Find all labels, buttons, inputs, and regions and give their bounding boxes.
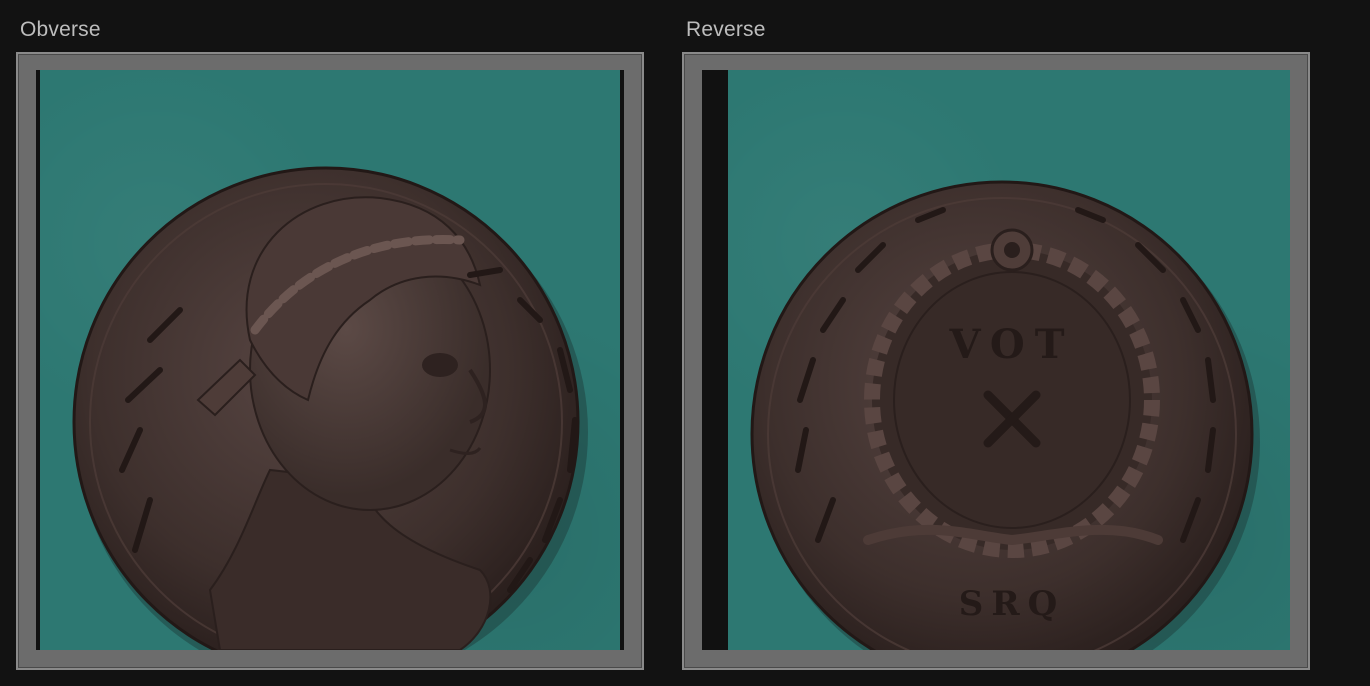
coin-obverse-photo-icon [72,166,588,650]
obverse-photo[interactable] [40,70,620,650]
reverse-photo-well: VOT SRQ [702,70,1290,650]
obverse-photo-well [36,70,624,650]
obverse-label: Obverse [20,18,101,41]
reverse-photo[interactable]: VOT SRQ [728,70,1290,650]
reverse-frame: VOT SRQ [682,52,1310,670]
coin-viewer: Obverse Reverse VOT SRQ [0,0,1370,686]
exergue-text: SRQ [959,584,1065,624]
obverse-frame [16,52,644,670]
reverse-label: Reverse [686,18,766,41]
coin-reverse-photo-icon: VOT SRQ [750,180,1260,650]
wreath-text: VOT [949,321,1075,368]
